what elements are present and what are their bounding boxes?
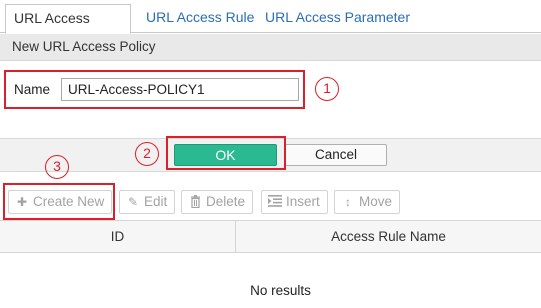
insert-icon xyxy=(268,191,282,213)
delete-button[interactable]: Delete xyxy=(181,190,254,214)
annotation-box-name xyxy=(4,70,305,109)
tab-url-access-parameter[interactable]: URL Access Parameter xyxy=(257,4,418,33)
insert-button[interactable]: Insert xyxy=(261,190,328,214)
move-label: Move xyxy=(359,194,393,209)
section-title: New URL Access Policy xyxy=(12,39,156,54)
column-header-id[interactable]: ID xyxy=(0,221,236,252)
section-header: New URL Access Policy xyxy=(0,34,541,61)
annotation-box-ok xyxy=(166,136,286,170)
pencil-icon: ✎ xyxy=(127,195,139,209)
move-button[interactable]: ↕ Move xyxy=(334,190,401,214)
edit-label: Edit xyxy=(144,194,168,209)
empty-table-message: No results xyxy=(250,283,311,298)
tab-url-access-policy[interactable]: URL Access Policy xyxy=(5,4,131,53)
delete-label: Delete xyxy=(206,194,246,209)
tab-bar: URL Access Policy URL Access Rule URL Ac… xyxy=(0,0,541,53)
cancel-button[interactable]: Cancel xyxy=(285,144,387,166)
annotation-marker-3: 3 xyxy=(45,155,69,179)
table-header: ID Access Rule Name xyxy=(0,220,541,253)
annotation-box-create-new xyxy=(3,183,115,220)
annotation-marker-1: 1 xyxy=(315,77,339,101)
edit-button[interactable]: ✎ Edit xyxy=(119,190,176,214)
annotation-marker-2: 2 xyxy=(135,142,159,166)
vertical-arrows-icon: ↕ xyxy=(345,195,351,209)
column-header-access-rule-name[interactable]: Access Rule Name xyxy=(236,221,541,252)
trash-icon xyxy=(188,191,202,213)
insert-label: Insert xyxy=(286,194,320,209)
tab-url-access-rule[interactable]: URL Access Rule xyxy=(138,4,262,33)
